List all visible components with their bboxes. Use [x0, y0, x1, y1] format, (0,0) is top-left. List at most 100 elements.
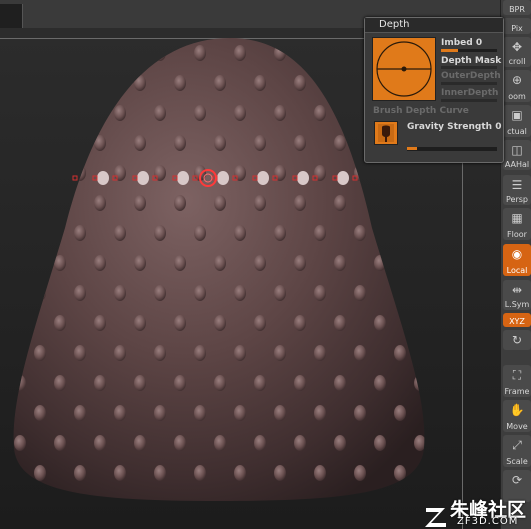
seed-bump [154, 345, 166, 361]
seed-bump [354, 465, 366, 481]
seed-bump [134, 135, 146, 151]
seed-bump [114, 345, 126, 361]
seed-bump [0, 225, 6, 241]
seed-bump [54, 195, 66, 211]
seed-bump [14, 315, 26, 331]
local-button[interactable]: ◉ Local [503, 244, 531, 276]
floor-icon: ▦ [511, 211, 523, 225]
seed-bump [174, 255, 186, 271]
seed-bump [254, 135, 266, 151]
pixol-button[interactable]: Pix [503, 18, 531, 34]
seed-bump [114, 105, 126, 121]
imbed-slider[interactable]: Imbed 0 [441, 38, 482, 48]
seed-bump [194, 105, 206, 121]
seed-bump [194, 405, 206, 421]
seed-bump [214, 435, 226, 451]
seed-bump [194, 345, 206, 361]
seed-bump [54, 255, 66, 271]
imbed-hole [257, 171, 269, 185]
depth-palette-title[interactable]: Depth [365, 18, 503, 33]
seed-bump [394, 225, 406, 241]
seed-bump [94, 435, 106, 451]
outer-depth-slider[interactable]: OuterDepth [441, 71, 501, 81]
seed-bump [114, 225, 126, 241]
gravity-strength-slider[interactable]: Gravity Strength 0 [407, 122, 501, 132]
seed-bump [14, 375, 26, 391]
seed-bump [314, 465, 326, 481]
imbed-track[interactable] [441, 49, 497, 52]
inner-depth-track [441, 99, 497, 102]
seed-bump [154, 225, 166, 241]
aahalf-button[interactable]: ◫ AAHal [503, 140, 531, 170]
strawberry-mesh [0, 38, 425, 501]
seed-bump [314, 165, 326, 181]
seed-bump [174, 435, 186, 451]
rotate-mode-button[interactable]: ↻ [503, 330, 531, 350]
seed-bump [14, 435, 26, 451]
seed-bump [294, 375, 306, 391]
gravity-strength-track[interactable] [407, 147, 497, 151]
floor-button[interactable]: ▦ Floor [503, 208, 531, 240]
seed-bump [34, 105, 46, 121]
seed-bump [274, 285, 286, 301]
gravity-icon-swatch[interactable] [374, 121, 398, 145]
aahalf-icon: ◫ [511, 143, 523, 157]
seed-bump [94, 75, 106, 91]
seed-bump [214, 135, 226, 151]
perspective-icon: ☰ [511, 178, 523, 192]
imbed-value: 0 [475, 38, 483, 48]
seed-bump [34, 285, 46, 301]
seed-bump [34, 225, 46, 241]
seed-bump [134, 315, 146, 331]
seed-bump [234, 405, 246, 421]
frame-button[interactable]: ⛶ Frame [503, 365, 531, 397]
depth-mask-button[interactable]: Depth Mask [441, 56, 501, 66]
seed-bump [294, 315, 306, 331]
imbed-hole [337, 171, 349, 185]
seed-bump [134, 375, 146, 391]
seed-bump [314, 105, 326, 121]
seed-bump [74, 225, 86, 241]
depth-mask-track [441, 66, 497, 69]
gravity-strength-fill [407, 147, 417, 150]
imbed-hole [137, 171, 149, 185]
seed-bump [54, 315, 66, 331]
seed-bump [94, 135, 106, 151]
lsym-button[interactable]: ⇹ L.Sym [503, 280, 531, 310]
seed-bump [0, 285, 6, 301]
inner-depth-slider[interactable]: InnerDepth [441, 88, 498, 98]
imbed-hole [97, 171, 109, 185]
scroll-button[interactable]: ✥ croll [503, 37, 531, 67]
seed-bump [294, 75, 306, 91]
brush-depth-curve-label[interactable]: Brush Depth Curve [373, 106, 469, 116]
seed-bump [134, 255, 146, 271]
seed-bump [174, 315, 186, 331]
seed-bump [294, 135, 306, 151]
imbed-hole [297, 171, 309, 185]
imbed-hole [177, 171, 189, 185]
outer-depth-track [441, 82, 497, 85]
imbed-fill [441, 49, 458, 52]
seed-bump [154, 465, 166, 481]
seed-bump [234, 465, 246, 481]
bpr-button[interactable]: BPR [503, 0, 531, 15]
toolbar-tab[interactable] [0, 4, 23, 28]
seed-bump [254, 315, 266, 331]
scale-button[interactable]: ⤢ Scale [503, 435, 531, 467]
seed-bump [0, 345, 6, 361]
perspective-button[interactable]: ☰ Persp [503, 175, 531, 205]
seed-bump [354, 225, 366, 241]
xyz-button[interactable]: XYZ [503, 313, 531, 327]
actual-button[interactable]: ▣ ctual [503, 105, 531, 137]
seed-bump [74, 285, 86, 301]
seed-bump [334, 255, 346, 271]
seed-bump [254, 435, 266, 451]
seed-bump [14, 135, 26, 151]
seed-bump [294, 255, 306, 271]
move-button[interactable]: ✋ Move [503, 400, 531, 432]
seed-bump [114, 45, 126, 61]
depth-gauge-swatch[interactable] [372, 37, 436, 101]
zoom-button[interactable]: ⊕ oom [503, 70, 531, 102]
zf3d-logo-icon [425, 508, 446, 527]
seed-bump [314, 405, 326, 421]
